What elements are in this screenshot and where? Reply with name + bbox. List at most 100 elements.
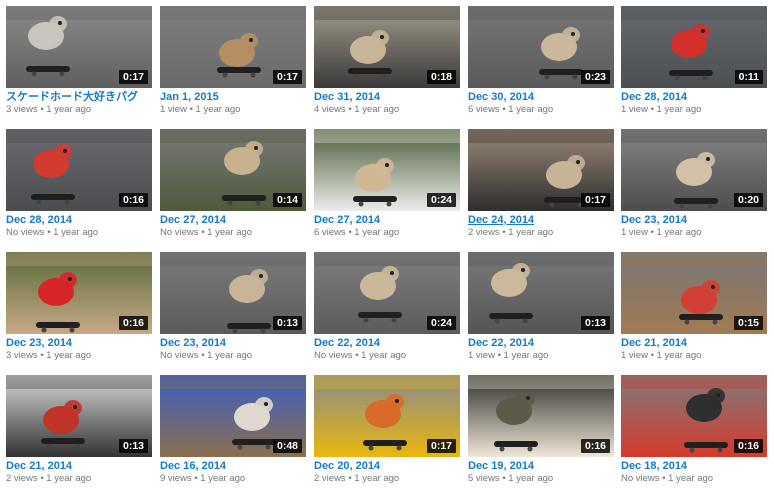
video-thumbnail[interactable]: 0:24 (314, 129, 460, 211)
video-thumbnail[interactable]: 0:16 (621, 375, 767, 457)
video-thumbnail[interactable]: 0:17 (160, 6, 306, 88)
video-card[interactable]: 0:24 Dec 27, 2014 6 views • 1 year ago (314, 129, 460, 245)
video-thumbnail[interactable]: 0:16 (6, 252, 152, 334)
video-card[interactable]: 0:13 Dec 23, 2014 No views • 1 year ago (160, 252, 306, 368)
upload-age: 1 year ago (354, 227, 400, 238)
separator-dot: • (47, 227, 51, 238)
video-card[interactable]: 0:20 Dec 23, 2014 1 view • 1 year ago (621, 129, 767, 245)
video-title-link[interactable]: Dec 30, 2014 (468, 91, 614, 104)
skateboard-shape (679, 314, 723, 320)
upload-age: 1 year ago (53, 227, 99, 238)
video-card[interactable]: 0:24 Dec 22, 2014 No views • 1 year ago (314, 252, 460, 368)
separator-dot: • (650, 350, 654, 361)
separator-dot: • (189, 104, 193, 115)
video-thumbnail[interactable]: 0:17 (468, 129, 614, 211)
video-card[interactable]: 0:16 Dec 28, 2014 No views • 1 year ago (6, 129, 152, 245)
video-thumbnail[interactable]: 0:13 (160, 252, 306, 334)
video-title-link[interactable]: Dec 20, 2014 (314, 460, 460, 473)
video-thumbnail[interactable]: 0:16 (468, 375, 614, 457)
video-title-link[interactable]: Dec 21, 2014 (621, 337, 767, 350)
video-grid: 0:17 スケードホード大好きパグ 3 views • 1 year ago 0:1… (0, 0, 774, 488)
upload-age: 1 year ago (656, 104, 702, 115)
video-card[interactable]: 0:16 Dec 18, 2014 No views • 1 year ago (621, 375, 767, 491)
separator-dot: • (502, 227, 506, 238)
separator-dot: • (40, 473, 44, 484)
video-thumbnail[interactable]: 0:18 (314, 6, 460, 88)
video-card[interactable]: 0:14 Dec 27, 2014 No views • 1 year ago (160, 129, 306, 245)
video-thumbnail[interactable]: 0:16 (6, 129, 152, 211)
view-count: 2 views (468, 227, 500, 238)
skateboard-shape (31, 194, 75, 200)
duration-badge: 0:18 (426, 70, 456, 84)
view-count: 1 view (621, 104, 648, 115)
separator-dot: • (502, 473, 506, 484)
separator-dot: • (201, 350, 205, 361)
video-meta: 2 views • 1 year ago (468, 227, 614, 239)
video-title-link[interactable]: Jan 1, 2015 (160, 91, 306, 104)
video-meta: No views • 1 year ago (621, 473, 767, 485)
video-card[interactable]: 0:16 Dec 23, 2014 3 views • 1 year ago (6, 252, 152, 368)
skateboard-shape (489, 313, 533, 319)
video-thumbnail[interactable]: 0:17 (6, 6, 152, 88)
video-card[interactable]: 0:17 Dec 24, 2014 2 views • 1 year ago (468, 129, 614, 245)
video-title-link[interactable]: Dec 16, 2014 (160, 460, 306, 473)
video-meta: No views • 1 year ago (160, 227, 306, 239)
duration-badge: 0:15 (733, 316, 763, 330)
upload-age: 1 year ago (207, 227, 253, 238)
video-card[interactable]: 0:13 Dec 21, 2014 2 views • 1 year ago (6, 375, 152, 491)
video-card[interactable]: 0:13 Dec 22, 2014 1 view • 1 year ago (468, 252, 614, 368)
video-title-link[interactable]: Dec 27, 2014 (314, 214, 460, 227)
video-card[interactable]: 0:11 Dec 28, 2014 1 view • 1 year ago (621, 6, 767, 122)
video-card[interactable]: 0:17 スケードホード大好きパグ 3 views • 1 year ago (6, 6, 152, 122)
video-title-link[interactable]: Dec 28, 2014 (621, 91, 767, 104)
video-title-link[interactable]: スケードホード大好きパグ (6, 91, 152, 104)
video-title-link[interactable]: Dec 31, 2014 (314, 91, 460, 104)
video-meta: 9 views • 1 year ago (160, 473, 306, 485)
video-card[interactable]: 0:15 Dec 21, 2014 1 view • 1 year ago (621, 252, 767, 368)
view-count: 6 views (468, 104, 500, 115)
video-thumbnail[interactable]: 0:13 (6, 375, 152, 457)
video-thumbnail[interactable]: 0:14 (160, 129, 306, 211)
video-title-link[interactable]: Dec 27, 2014 (160, 214, 306, 227)
video-meta: 1 view • 1 year ago (621, 350, 767, 362)
video-card[interactable]: 0:16 Dec 19, 2014 5 views • 1 year ago (468, 375, 614, 491)
separator-dot: • (355, 350, 359, 361)
video-thumbnail[interactable]: 0:17 (314, 375, 460, 457)
video-title-link[interactable]: Dec 23, 2014 (6, 337, 152, 350)
video-title-link[interactable]: Dec 23, 2014 (160, 337, 306, 350)
video-thumbnail[interactable]: 0:48 (160, 375, 306, 457)
separator-dot: • (348, 227, 352, 238)
duration-badge: 0:48 (272, 439, 302, 453)
video-thumbnail[interactable]: 0:20 (621, 129, 767, 211)
video-title-link[interactable]: Dec 22, 2014 (314, 337, 460, 350)
video-card[interactable]: 0:17 Jan 1, 2015 1 view • 1 year ago (160, 6, 306, 122)
separator-dot: • (650, 227, 654, 238)
video-title-link[interactable]: Dec 22, 2014 (468, 337, 614, 350)
video-card[interactable]: 0:18 Dec 31, 2014 4 views • 1 year ago (314, 6, 460, 122)
skateboard-shape (684, 442, 728, 448)
video-card[interactable]: 0:48 Dec 16, 2014 9 views • 1 year ago (160, 375, 306, 491)
duration-badge: 0:16 (118, 316, 148, 330)
upload-age: 1 year ago (46, 104, 92, 115)
video-card[interactable]: 0:23 Dec 30, 2014 6 views • 1 year ago (468, 6, 614, 122)
duration-badge: 0:16 (733, 439, 763, 453)
duration-badge: 0:24 (426, 316, 456, 330)
skateboard-shape (41, 438, 85, 444)
duration-badge: 0:13 (580, 316, 610, 330)
video-title-link[interactable]: Dec 24, 2014 (468, 214, 614, 227)
video-title-link[interactable]: Dec 23, 2014 (621, 214, 767, 227)
view-count: No views (314, 350, 353, 361)
upload-age: 1 year ago (656, 227, 702, 238)
video-title-link[interactable]: Dec 28, 2014 (6, 214, 152, 227)
video-card[interactable]: 0:17 Dec 20, 2014 2 views • 1 year ago (314, 375, 460, 491)
video-thumbnail[interactable]: 0:11 (621, 6, 767, 88)
video-meta: 3 views • 1 year ago (6, 350, 152, 362)
video-title-link[interactable]: Dec 21, 2014 (6, 460, 152, 473)
video-thumbnail[interactable]: 0:24 (314, 252, 460, 334)
video-thumbnail[interactable]: 0:13 (468, 252, 614, 334)
video-title-link[interactable]: Dec 19, 2014 (468, 460, 614, 473)
video-title-link[interactable]: Dec 18, 2014 (621, 460, 767, 473)
video-thumbnail[interactable]: 0:15 (621, 252, 767, 334)
video-thumbnail[interactable]: 0:23 (468, 6, 614, 88)
skateboard-shape (232, 439, 276, 445)
